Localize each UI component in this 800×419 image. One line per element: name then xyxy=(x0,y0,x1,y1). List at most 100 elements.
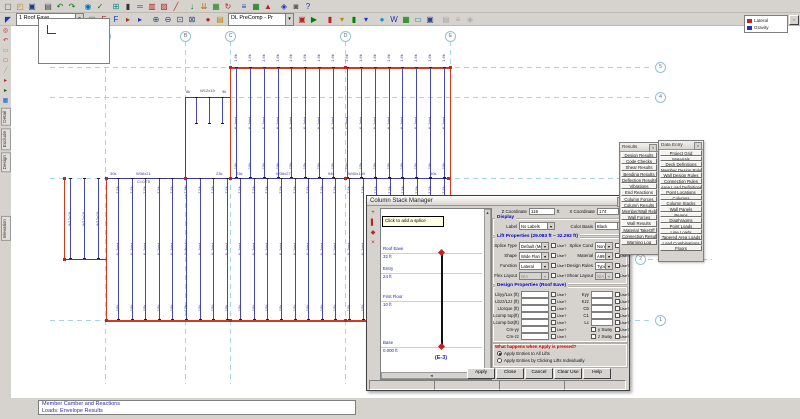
design-input[interactable] xyxy=(591,319,613,326)
pane-vscrollbar[interactable]: ▲ xyxy=(484,209,491,370)
design-input[interactable] xyxy=(521,298,549,305)
plate-icon[interactable]: ▭ xyxy=(412,14,424,25)
insert-green-icon[interactable]: ▮ xyxy=(348,14,360,25)
clear-use-button[interactable]: Clear Use xyxy=(554,368,582,379)
wind-load-icon[interactable]: W xyxy=(388,14,400,25)
solve-icon[interactable]: ≡ xyxy=(238,1,250,12)
view-3d-icon[interactable]: ◈ xyxy=(278,1,290,12)
box-select-icon[interactable]: ▭ xyxy=(1,47,10,56)
column-marker[interactable] xyxy=(229,319,232,322)
column-marker[interactable] xyxy=(184,177,187,180)
lift-dropdown[interactable]: A992▾ xyxy=(595,252,613,260)
use-checkbox[interactable] xyxy=(551,263,556,268)
design-input[interactable] xyxy=(521,326,549,333)
edit-splice-icon[interactable]: ▌ xyxy=(369,219,377,227)
use-checkbox[interactable] xyxy=(551,253,556,258)
zoom-out-icon[interactable]: ⊖ xyxy=(162,14,174,25)
sidebar-tab-elevation[interactable]: Elevation xyxy=(1,216,11,241)
redraw-icon[interactable]: ● xyxy=(202,14,214,25)
flag-small-red-icon[interactable]: ▸ xyxy=(1,77,10,86)
select-pointer-icon[interactable]: ◤ xyxy=(2,14,14,25)
column-marker[interactable] xyxy=(447,177,450,180)
chevron-down-icon[interactable]: ▾ xyxy=(541,273,548,279)
chevron-down-icon[interactable]: ▾ xyxy=(541,253,548,259)
target-icon[interactable]: ◎ xyxy=(1,27,10,36)
column-marker[interactable] xyxy=(344,319,347,322)
cancel-button[interactable]: Cancel xyxy=(525,368,553,379)
area-load-icon[interactable]: ▦ xyxy=(210,1,222,12)
moment-load-icon[interactable]: ↻ xyxy=(222,1,234,12)
delete-splice-icon[interactable]: ◆ xyxy=(369,229,377,237)
design-input[interactable] xyxy=(521,319,549,326)
draw-column-icon[interactable]: ▮ xyxy=(122,1,134,12)
column-marker[interactable] xyxy=(229,177,232,180)
sidebar-tab-exclude[interactable]: Exclude xyxy=(1,128,11,150)
use-checkbox[interactable] xyxy=(591,327,596,332)
column-marker[interactable] xyxy=(105,319,108,322)
insert-red-icon[interactable]: ▮ xyxy=(324,14,336,25)
column-marker[interactable] xyxy=(344,66,347,69)
new-file-icon[interactable]: ▢ xyxy=(2,1,14,12)
label-dropdown[interactable]: No Labels▾ xyxy=(519,222,555,230)
chevron-down-icon[interactable]: ▾ xyxy=(605,253,612,259)
use-checkbox[interactable] xyxy=(551,292,556,297)
disabled-list-icon[interactable]: ≡ xyxy=(452,14,464,25)
print-icon[interactable]: ▤ xyxy=(42,1,54,12)
unselect-icon[interactable]: □ xyxy=(1,57,10,66)
solve-toggle-icon[interactable]: ▶ xyxy=(308,14,320,25)
use-checkbox[interactable] xyxy=(551,243,556,248)
lift-dropdown[interactable]: N/A▾ xyxy=(519,272,549,280)
splice-marker-bottom[interactable] xyxy=(438,343,445,350)
design-input[interactable] xyxy=(591,312,613,319)
design-input[interactable] xyxy=(591,291,613,298)
column-marker[interactable] xyxy=(63,258,66,261)
spell-check-icon[interactable]: ✓ xyxy=(94,1,106,12)
use-checkbox[interactable] xyxy=(551,313,556,318)
design-input[interactable] xyxy=(521,312,549,319)
chevron-down-icon[interactable]: ▾ xyxy=(605,273,612,279)
chevron-down-icon[interactable]: ▾ xyxy=(541,243,548,249)
use-checkbox[interactable] xyxy=(591,334,596,339)
dropdown-blue-icon[interactable]: ▾ xyxy=(360,14,372,25)
sidebar-tab-detail[interactable]: Detail xyxy=(1,108,11,126)
line-load-icon[interactable]: ⇊ xyxy=(198,1,210,12)
draw-brace-icon[interactable]: ╱ xyxy=(170,1,182,12)
close-icon[interactable]: × xyxy=(649,144,657,152)
beam-line[interactable] xyxy=(106,178,107,320)
dropdown-yellow-icon[interactable]: ▾ xyxy=(336,14,348,25)
save-icon[interactable]: ▣ xyxy=(26,1,38,12)
use-checkbox[interactable] xyxy=(551,273,556,278)
panel-title[interactable]: Results× xyxy=(620,143,658,152)
x-coordinate-input[interactable]: 174 xyxy=(597,208,619,215)
panel-corner-icon[interactable]: ▪ xyxy=(789,15,799,25)
use-checkbox[interactable] xyxy=(551,299,556,304)
snapshot-icon[interactable]: ◙ xyxy=(290,1,302,12)
misc-tool-icon[interactable]: ▣ xyxy=(424,14,436,25)
z-coordinate-input[interactable]: 119 xyxy=(529,208,555,215)
use-checkbox[interactable] xyxy=(551,327,556,332)
panel-title[interactable]: Data Entry× xyxy=(659,141,703,150)
design-input[interactable] xyxy=(591,305,613,312)
redo-icon[interactable]: ↷ xyxy=(66,1,78,12)
flag-blue-icon[interactable]: ▸ xyxy=(134,14,146,25)
splice-marker-top[interactable] xyxy=(438,249,445,256)
draw-deck-icon[interactable]: ▨ xyxy=(158,1,170,12)
beam-line[interactable] xyxy=(64,178,65,259)
saved-view-icon[interactable]: ▤ xyxy=(214,14,226,25)
use-checkbox[interactable] xyxy=(551,320,556,325)
chevron-down-icon[interactable]: ▾ xyxy=(547,223,554,229)
save-select-icon[interactable]: ▦ xyxy=(1,97,10,106)
close-button[interactable]: Close xyxy=(496,368,524,379)
column-marker[interactable] xyxy=(105,177,108,180)
draw-wall-icon[interactable]: ▥ xyxy=(146,1,158,12)
zoom-in-icon[interactable]: ⊕ xyxy=(150,14,162,25)
lift-dropdown[interactable]: Wide Flan▾ xyxy=(519,252,549,260)
joist-line[interactable] xyxy=(196,97,197,124)
chevron-down-icon[interactable]: ▾ xyxy=(541,263,548,269)
design-input[interactable] xyxy=(521,333,549,340)
chevron-down-icon[interactable]: ▾ xyxy=(605,243,612,249)
close-icon[interactable]: × xyxy=(694,142,702,150)
deck-green-icon[interactable]: ▦ xyxy=(400,14,412,25)
lift-dropdown[interactable]: None▾ xyxy=(595,242,613,250)
line-select-icon[interactable]: ╱ xyxy=(1,67,10,76)
